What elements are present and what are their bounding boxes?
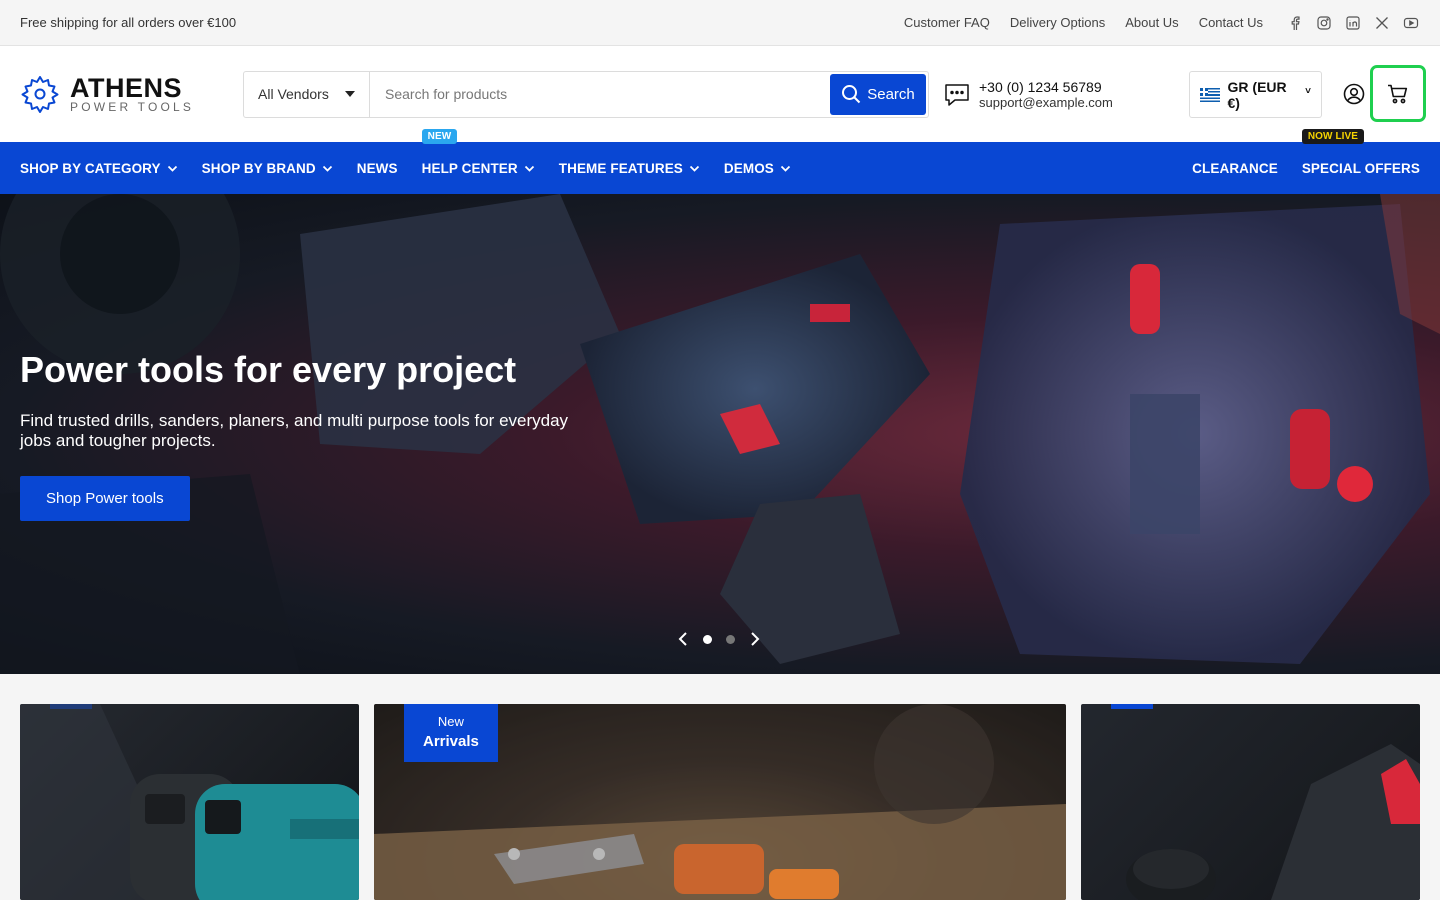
nav-special-offers[interactable]: NOW LIVE SPECIAL OFFERS [1301,128,1420,176]
new-arrivals-badge-line2: Arrivals [423,733,479,750]
slider-dot-2[interactable] [726,634,735,644]
new-arrivals-badge: New Arrivals [404,704,498,762]
search-bar: All Vendors Search [243,70,929,118]
search-input[interactable] [370,71,830,117]
promo-card-3[interactable] [1081,704,1420,900]
now-live-badge: NOW LIVE [1301,128,1365,144]
top-links: Customer FAQ Delivery Options About Us C… [904,13,1420,32]
link-customer-faq[interactable]: Customer FAQ [904,15,990,30]
greece-flag-icon [1200,87,1220,102]
shop-power-tools-button[interactable]: Shop Power tools [20,476,190,521]
logo-subtitle: POWER TOOLS [70,99,195,114]
hero-title: Power tools for every project [20,349,517,390]
gear-logo-icon [21,76,59,113]
nav-news[interactable]: NEWS [357,161,398,176]
nav-help-center[interactable]: NEW HELP CENTER [421,128,535,176]
promo-card-new-arrivals[interactable]: New Arrivals [374,704,1066,900]
site-logo[interactable]: ATHENS POWER TOOLS [20,74,243,114]
caret-down-icon [345,91,355,97]
promo-image-jigsaw [1126,744,1420,900]
hero-content: Power tools for every project Find trust… [20,349,590,521]
search-button-label: Search [867,85,915,103]
facebook-icon[interactable] [1285,13,1304,32]
slider-controls [677,631,761,647]
nav-help-center-label: HELP CENTER [421,160,518,176]
currency-selector[interactable]: GR (EUR €) ˅ [1189,71,1322,118]
contact-phone[interactable]: +30 (0) 1234 56789 [979,79,1113,95]
link-delivery-options[interactable]: Delivery Options [1010,15,1105,30]
contact-email[interactable]: support@example.com [979,95,1113,110]
slider-dot-1[interactable] [703,634,712,644]
social-links [1285,13,1420,32]
nav-clearance[interactable]: CLEARANCE [1192,161,1278,176]
account-icon[interactable] [1343,83,1365,105]
nav-shop-by-brand[interactable]: SHOP BY BRAND [202,161,333,176]
chevron-down-icon: ˅ [1305,86,1311,97]
link-about-us[interactable]: About Us [1125,15,1178,30]
chat-icon [945,84,969,106]
promo-image-sanders [20,704,359,900]
vendor-select-label: All Vendors [258,86,329,102]
chevron-right-icon[interactable] [749,631,761,647]
youtube-icon[interactable] [1401,13,1420,32]
hero-slider: Power tools for every project Find trust… [0,194,1440,674]
promo-card-1[interactable] [20,704,359,900]
nav-clearance-label: CLEARANCE [1192,160,1278,176]
logo-title: ATHENS [70,72,183,103]
linkedin-icon[interactable] [1343,13,1362,32]
link-contact-us[interactable]: Contact Us [1199,15,1263,30]
cart-icon [1388,84,1408,103]
nav-shop-by-brand-label: SHOP BY BRAND [201,160,316,176]
hero-subtitle: Find trusted drills, sanders, planers, a… [20,411,569,450]
currency-label: GR (EUR €) [1227,78,1287,111]
promo-cards: New Arrivals [0,674,1440,900]
nav-news-label: NEWS [356,160,398,176]
search-icon [842,85,861,104]
chevron-down-icon [167,165,177,172]
x-icon[interactable] [1372,13,1391,32]
chevron-down-icon [689,165,700,172]
nav-demos[interactable]: DEMOS [724,161,791,176]
chevron-left-icon[interactable] [677,631,689,647]
shipping-notice: Free shipping for all orders over €100 [20,15,237,30]
nav-theme-features[interactable]: THEME FEATURES [559,161,700,176]
search-button[interactable]: Search [830,73,926,115]
site-header: ATHENS POWER TOOLS All Vendors Search +3… [0,46,1440,142]
chevron-down-icon [780,165,791,172]
new-arrivals-badge-line1: New [437,714,464,729]
main-navigation: SHOP BY CATEGORY SHOP BY BRAND NEWS NEW … [0,128,1440,194]
nav-shop-by-category[interactable]: SHOP BY CATEGORY [20,161,178,176]
cart-button[interactable] [1370,65,1426,122]
nav-special-offers-label: SPECIAL OFFERS [1301,160,1420,176]
nav-shop-by-category-label: SHOP BY CATEGORY [20,160,161,176]
nav-theme-features-label: THEME FEATURES [558,160,683,176]
instagram-icon[interactable] [1314,13,1333,32]
new-badge: NEW [421,128,458,144]
contact-info: +30 (0) 1234 56789 support@example.com [943,79,1113,110]
top-bar: Free shipping for all orders over €100 C… [0,0,1440,46]
vendor-select[interactable]: All Vendors [244,71,370,117]
chevron-down-icon [524,165,534,172]
chevron-down-icon [322,165,332,172]
nav-demos-label: DEMOS [723,160,774,176]
